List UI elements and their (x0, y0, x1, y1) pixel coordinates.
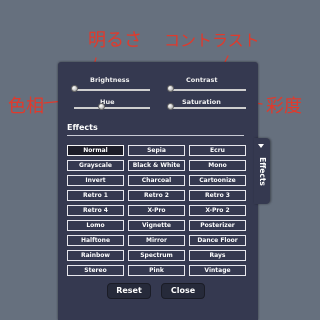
saturation-track[interactable] (170, 107, 246, 109)
effect-button[interactable]: X-Pro 2 (189, 205, 246, 216)
effect-button[interactable]: Retro 1 (67, 190, 124, 201)
effect-button[interactable]: Dance Floor (189, 235, 246, 246)
reset-button[interactable]: Reset (107, 283, 151, 299)
effect-button[interactable]: Rays (189, 250, 246, 261)
effects-grid: Normal Sepia Ecru Grayscale Black & White Mon… (67, 145, 246, 276)
effect-button[interactable]: Retro 4 (67, 205, 124, 216)
saturation-knob[interactable] (167, 103, 174, 110)
effect-button[interactable]: Posterizer (189, 220, 246, 231)
effect-button[interactable]: Pink (128, 265, 185, 276)
effect-button[interactable]: Rainbow (67, 250, 124, 261)
saturation-annotation: 彩度 (266, 96, 302, 117)
effect-button[interactable]: X-Pro (128, 205, 185, 216)
effects-tab[interactable]: Effects (254, 138, 270, 204)
saturation-label: Saturation (182, 98, 221, 106)
contrast-track[interactable] (170, 89, 246, 91)
effect-button[interactable]: Retro 2 (128, 190, 185, 201)
effect-button[interactable]: Normal (67, 145, 124, 156)
effects-heading: Effects (67, 123, 98, 132)
effect-button[interactable]: Mono (189, 160, 246, 171)
brightness-track[interactable] (74, 89, 150, 91)
effect-button[interactable]: Lomo (67, 220, 124, 231)
effect-button[interactable]: Cartoonize (189, 175, 246, 186)
effect-button[interactable]: Vignette (128, 220, 185, 231)
effect-button[interactable]: Invert (67, 175, 124, 186)
effects-tab-label: Effects (257, 156, 267, 186)
contrast-knob[interactable] (167, 85, 174, 92)
effect-button[interactable]: Grayscale (67, 160, 124, 171)
effect-button[interactable]: Charcoal (128, 175, 185, 186)
effect-button[interactable]: Sepia (128, 145, 185, 156)
close-button[interactable]: Close (161, 283, 205, 299)
brightness-annotation: 明るさ (88, 30, 142, 51)
brightness-label: Brightness (90, 76, 130, 84)
effect-button[interactable]: Black & White (128, 160, 185, 171)
hue-track[interactable] (74, 107, 150, 109)
contrast-annotation: コントラスト (164, 31, 260, 50)
brightness-knob[interactable] (71, 85, 78, 92)
effects-divider (67, 135, 244, 136)
effect-button[interactable]: Retro 3 (189, 190, 246, 201)
hue-annotation: 色相 (8, 96, 44, 117)
effect-button[interactable]: Spectrum (128, 250, 185, 261)
hue-knob[interactable] (97, 103, 105, 110)
effect-button[interactable]: Mirror (128, 235, 185, 246)
contrast-label: Contrast (186, 76, 218, 84)
effect-button[interactable]: Stereo (67, 265, 124, 276)
effects-panel: Brightness Contrast Hue Saturation Effec… (58, 62, 258, 320)
effect-button[interactable]: Vintage (189, 265, 246, 276)
effect-button[interactable]: Ecru (189, 145, 246, 156)
effect-button[interactable]: Halftone (67, 235, 124, 246)
